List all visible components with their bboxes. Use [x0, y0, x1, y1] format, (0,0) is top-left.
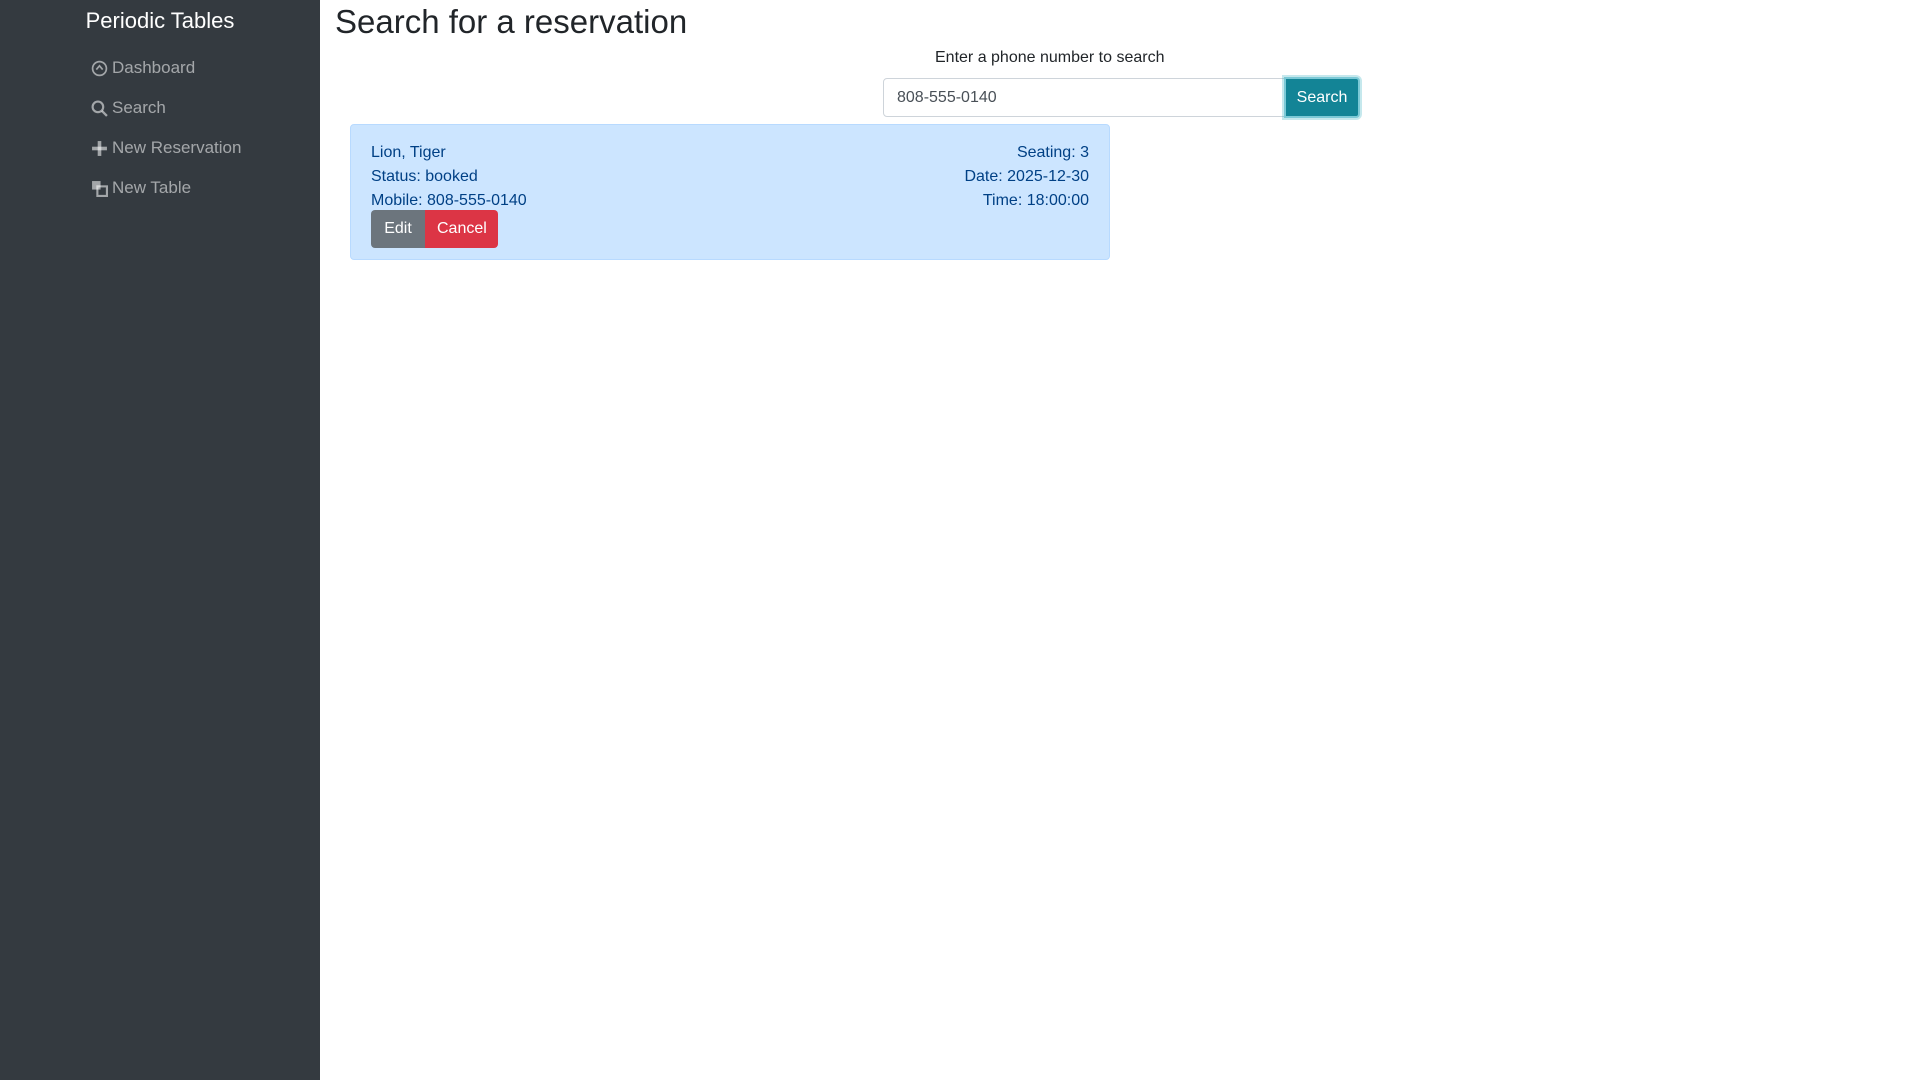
- edit-button[interactable]: Edit: [371, 210, 425, 248]
- app-root: Periodic Tables Dashboard Search New Res…: [0, 0, 1920, 1080]
- sidebar-nav: Dashboard Search New Reservation New Tab…: [90, 48, 241, 208]
- dashboard-icon: [90, 59, 108, 77]
- sidebar-item-dashboard[interactable]: Dashboard: [90, 48, 241, 88]
- sidebar-item-search[interactable]: Search: [90, 88, 241, 128]
- sidebar-item-label: New Table: [112, 178, 192, 197]
- sidebar-item-label: New Reservation: [112, 138, 242, 157]
- search-label: Enter a phone number to search: [935, 49, 1165, 66]
- reservation-details-left: Lion, Tiger Status: booked Mobile: 808-5…: [371, 141, 527, 213]
- sidebar-item-label: Dashboard: [112, 58, 196, 77]
- phone-search-input[interactable]: [883, 78, 1285, 117]
- sidebar-item-label: Search: [112, 98, 166, 117]
- plus-icon: [90, 139, 108, 157]
- sidebar: Periodic Tables Dashboard Search New Res…: [0, 0, 320, 1080]
- search-icon: [90, 99, 108, 117]
- reservation-card: Lion, Tiger Status: booked Mobile: 808-5…: [350, 124, 1110, 260]
- brand-title[interactable]: Periodic Tables: [0, 8, 320, 34]
- reservation-date: Date: 2025-12-30: [964, 168, 1089, 185]
- cancel-button[interactable]: Cancel: [425, 210, 498, 248]
- main-content: Search for a reservation Enter a phone n…: [320, 0, 1920, 1080]
- sidebar-item-new-table[interactable]: New Table: [90, 168, 241, 208]
- search-button[interactable]: Search: [1284, 77, 1360, 118]
- sidebar-item-new-reservation[interactable]: New Reservation: [90, 128, 241, 168]
- reservation-name: Lion, Tiger: [371, 144, 446, 161]
- reservation-status: Status: booked: [371, 168, 478, 185]
- reservation-time: Time: 18:00:00: [982, 192, 1089, 209]
- reservation-details-right: Seating: 3 Date: 2025-12-30 Time: 18:00:…: [964, 141, 1089, 213]
- page-title: Search for a reservation: [335, 3, 688, 40]
- reservation-actions: Edit Cancel: [371, 210, 498, 248]
- layers-icon: [90, 179, 108, 197]
- reservation-seating: Seating: 3: [1016, 144, 1089, 161]
